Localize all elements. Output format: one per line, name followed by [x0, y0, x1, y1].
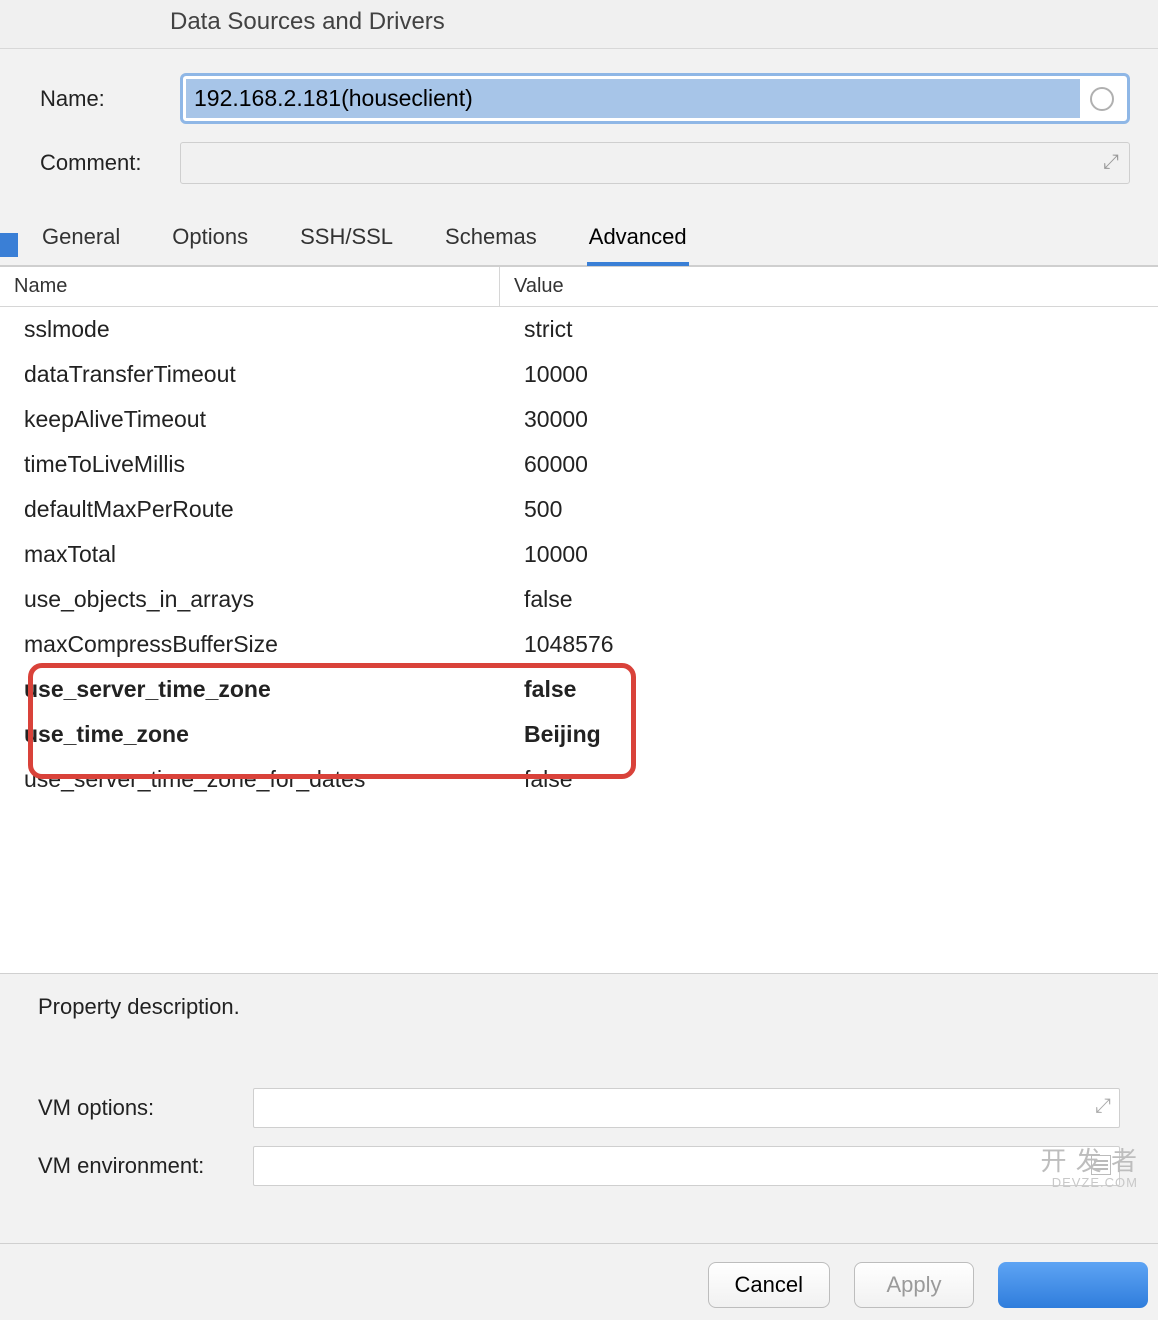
prop-value[interactable]: 30000 — [500, 406, 1158, 433]
vm-env-label: VM environment: — [38, 1153, 253, 1179]
prop-value[interactable]: false — [500, 766, 1158, 793]
form-area: Name: Comment: ⤢ — [0, 49, 1158, 202]
left-selection-stub — [0, 233, 18, 257]
apply-button[interactable]: Apply — [854, 1262, 974, 1308]
table-row[interactable]: use_server_time_zone_for_datesfalse — [0, 757, 1158, 802]
prop-name: sslmode — [0, 316, 500, 343]
table-row[interactable]: use_time_zoneBeijing — [0, 712, 1158, 757]
datasource-dialog: Data Sources and Drivers Name: Comment: … — [0, 0, 1158, 1320]
expand-icon[interactable]: ⤢ — [1103, 151, 1119, 174]
prop-name: use_objects_in_arrays — [0, 586, 500, 613]
vm-options-input[interactable]: ⤢ — [253, 1088, 1120, 1128]
prop-value[interactable]: 10000 — [500, 361, 1158, 388]
prop-name: dataTransferTimeout — [0, 361, 500, 388]
table-row[interactable]: maxCompressBufferSize1048576 — [0, 622, 1158, 667]
description-area: Property description. VM options: ⤢ VM e… — [0, 973, 1158, 1243]
prop-name: defaultMaxPerRoute — [0, 496, 500, 523]
prop-value[interactable]: Beijing — [500, 721, 1158, 748]
table-row[interactable]: use_server_time_zonefalse — [0, 667, 1158, 712]
prop-name: timeToLiveMillis — [0, 451, 500, 478]
dialog-title: Data Sources and Drivers — [0, 0, 1158, 49]
prop-name: maxTotal — [0, 541, 500, 568]
comment-label: Comment: — [40, 150, 180, 176]
prop-value[interactable]: 60000 — [500, 451, 1158, 478]
table-row-placeholder[interactable] — [0, 802, 1158, 820]
tab-schemas[interactable]: Schemas — [443, 214, 539, 265]
tab-sshssl[interactable]: SSH/SSL — [298, 214, 395, 265]
expand-icon[interactable]: ⤢ — [1095, 1095, 1111, 1118]
table-row[interactable]: timeToLiveMillis60000 — [0, 442, 1158, 487]
tabs: General Options SSH/SSL Schemas Advanced — [0, 214, 1158, 266]
prop-value[interactable]: strict — [500, 316, 1158, 343]
vm-options-label: VM options: — [38, 1095, 253, 1121]
prop-value[interactable]: 10000 — [500, 541, 1158, 568]
table-header: Name Value — [0, 267, 1158, 307]
prop-name: use_server_time_zone — [0, 676, 500, 703]
prop-value[interactable]: false — [500, 586, 1158, 613]
properties-table: Name Value sslmodestrictdataTransferTime… — [0, 266, 1158, 973]
header-value[interactable]: Value — [500, 267, 1158, 306]
table-row[interactable]: maxTotal10000 — [0, 532, 1158, 577]
table-row[interactable]: use_objects_in_arraysfalse — [0, 577, 1158, 622]
prop-name: maxCompressBufferSize — [0, 631, 500, 658]
ok-button[interactable] — [998, 1262, 1148, 1308]
table-row[interactable]: dataTransferTimeout10000 — [0, 352, 1158, 397]
table-row[interactable]: sslmodestrict — [0, 307, 1158, 352]
prop-name: use_time_zone — [0, 721, 500, 748]
dialog-footer: Cancel Apply — [0, 1243, 1158, 1320]
prop-value[interactable]: false — [500, 676, 1158, 703]
tab-options[interactable]: Options — [170, 214, 250, 265]
header-name[interactable]: Name — [0, 267, 500, 306]
prop-value[interactable]: 1048576 — [500, 631, 1158, 658]
tab-advanced[interactable]: Advanced — [587, 214, 689, 266]
table-body: sslmodestrictdataTransferTimeout10000kee… — [0, 307, 1158, 973]
vm-env-input[interactable] — [253, 1146, 1120, 1186]
comment-input[interactable]: ⤢ — [180, 142, 1130, 184]
table-row[interactable]: keepAliveTimeout30000 — [0, 397, 1158, 442]
tab-general[interactable]: General — [40, 214, 122, 265]
name-input[interactable] — [186, 79, 1080, 118]
cancel-button[interactable]: Cancel — [708, 1262, 830, 1308]
prop-value[interactable]: 500 — [500, 496, 1158, 523]
table-row[interactable]: defaultMaxPerRoute500 — [0, 487, 1158, 532]
list-icon[interactable] — [1091, 1155, 1111, 1175]
color-circle-icon[interactable] — [1090, 87, 1114, 111]
prop-name: keepAliveTimeout — [0, 406, 500, 433]
name-input-wrap[interactable] — [180, 73, 1130, 124]
property-description: Property description. — [38, 994, 1120, 1020]
name-label: Name: — [40, 86, 180, 112]
prop-name: use_server_time_zone_for_dates — [0, 766, 500, 793]
